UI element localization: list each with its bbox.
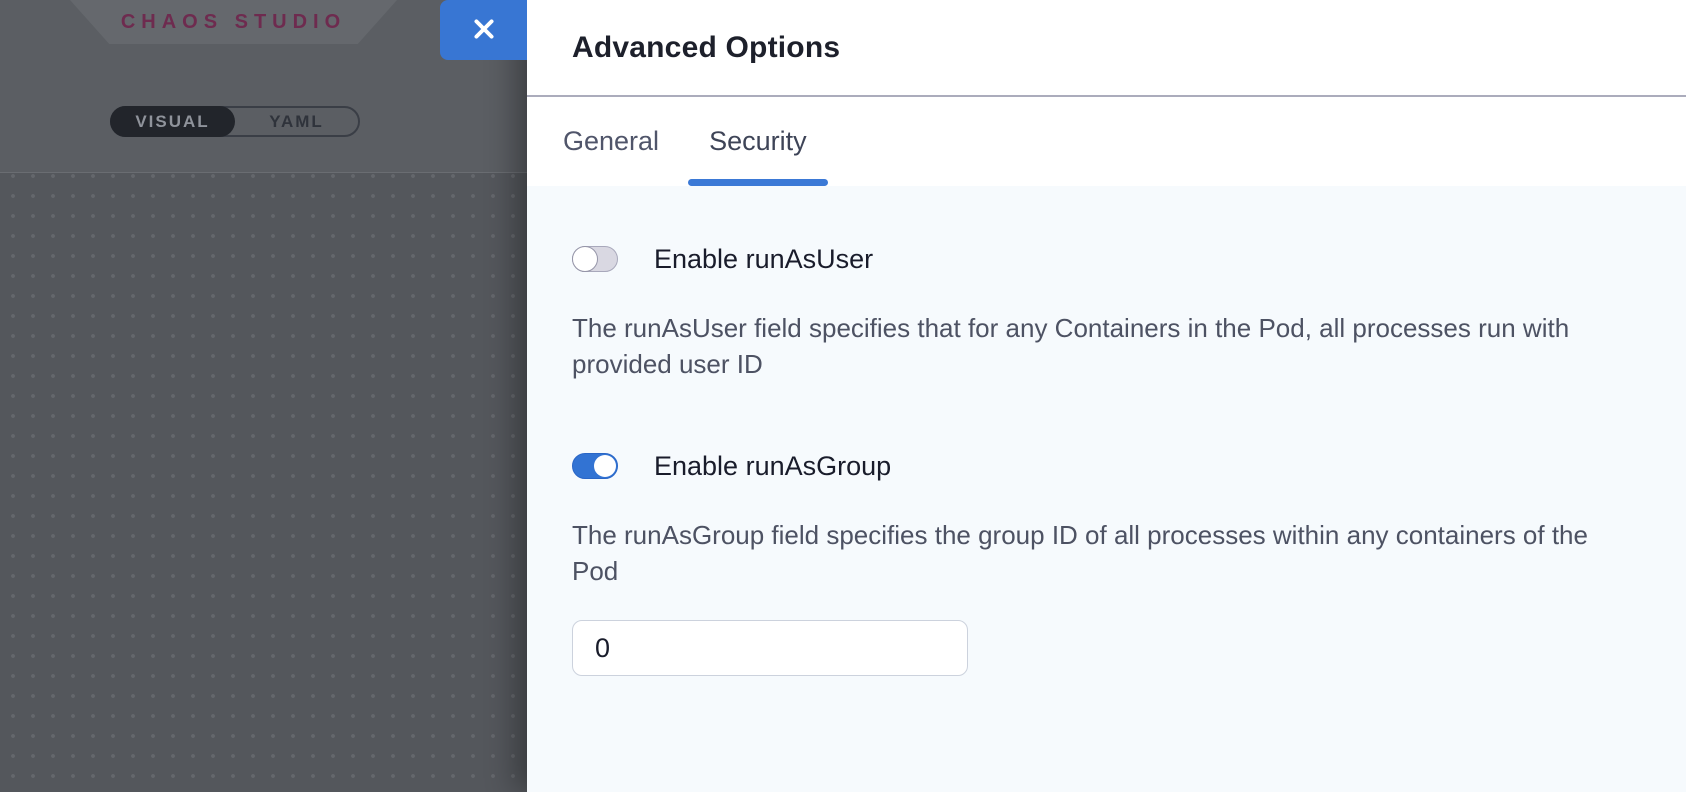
drawer-header: Advanced Options [527,0,1686,97]
chaos-studio-canvas: CHAOS STUDIO VISUAL YAML [0,0,527,792]
advanced-options-drawer: Advanced Options General Security Enable… [527,0,1686,792]
visual-yaml-toggle: VISUAL YAML [110,106,360,137]
active-tab-underline [688,179,828,186]
run-as-group-input[interactable] [572,620,968,676]
run-as-user-toggle[interactable] [572,246,618,272]
run-as-user-label: Enable runAsUser [654,246,873,272]
drawer-close-button[interactable] [440,0,527,60]
run-as-user-description: The runAsUser field specifies that for a… [572,310,1617,382]
run-as-group-row: Enable runAsGroup [572,453,1638,479]
tab-general[interactable]: General [545,97,677,186]
tab-general-label: General [563,126,659,157]
chaos-studio-banner-label: CHAOS STUDIO [121,11,346,34]
chaos-studio-banner: CHAOS STUDIO [70,0,397,44]
run-as-group-toggle[interactable] [572,453,618,479]
toggle-knob [572,246,598,272]
canvas-dot-grid [0,173,527,792]
visual-tab[interactable]: VISUAL [110,106,235,137]
run-as-group-description: The runAsGroup field specifies the group… [572,517,1617,589]
run-as-group-label: Enable runAsGroup [654,453,891,479]
security-tab-content: Enable runAsUser The runAsUser field spe… [527,186,1686,792]
screen: CHAOS STUDIO VISUAL YAML Advanced Option… [0,0,1686,792]
run-as-user-row: Enable runAsUser [572,246,1638,272]
tab-security-label: Security [709,126,807,157]
toggle-knob [594,455,616,477]
drawer-title: Advanced Options [572,31,840,65]
close-icon [471,16,497,45]
drawer-tabs: General Security [527,97,1686,186]
tab-security[interactable]: Security [691,97,825,186]
yaml-tab[interactable]: YAML [235,108,358,135]
